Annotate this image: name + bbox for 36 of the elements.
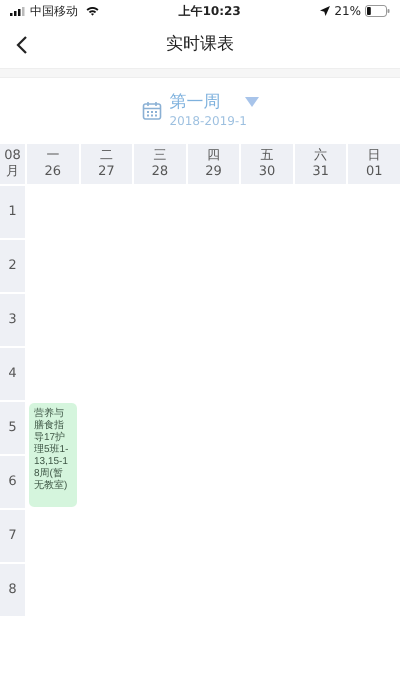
period-number: 3	[0, 294, 25, 346]
period-number: 8	[0, 564, 25, 616]
date-label: 31	[311, 164, 330, 180]
period-number: 7	[0, 510, 25, 562]
location-arrow-icon	[320, 6, 330, 16]
month-unit: 月	[5, 164, 20, 180]
period-number: 6	[0, 456, 25, 508]
calendar-icon	[142, 101, 162, 121]
battery-icon	[365, 5, 390, 17]
weekday-label: 六	[313, 148, 328, 164]
period-number: 4	[0, 348, 25, 400]
date-label: 30	[258, 164, 276, 180]
course-block[interactable]: 营养与膳食指导17护理5班1-13,15-18周(暂无教室)	[29, 403, 77, 507]
term-label: 2018-2019-1	[170, 113, 248, 130]
back-icon[interactable]	[16, 35, 28, 55]
month-number: 08	[3, 148, 22, 164]
date-label: 29	[204, 164, 223, 180]
weekday-label: 三	[152, 148, 168, 164]
date-label: 27	[97, 164, 116, 180]
weekday-label: 二	[98, 148, 114, 164]
date-label: 28	[150, 164, 170, 180]
weekday-label: 四	[206, 148, 221, 164]
period-number: 5	[0, 402, 25, 454]
wifi-icon	[86, 6, 99, 16]
page-title: 实时课表	[166, 33, 234, 56]
signal-icon	[10, 6, 26, 16]
date-label: 01	[364, 164, 384, 180]
date-label: 26	[44, 164, 62, 180]
period-number: 2	[0, 240, 25, 292]
status-time: 上午10:23	[178, 3, 241, 20]
weekday-label: 五	[260, 148, 275, 164]
carrier-name: 中国移动	[30, 3, 78, 20]
weekday-label: 日	[366, 148, 382, 164]
battery-percent: 21%	[334, 3, 361, 20]
period-number: 1	[0, 186, 25, 238]
weekday-label: 一	[45, 148, 60, 164]
